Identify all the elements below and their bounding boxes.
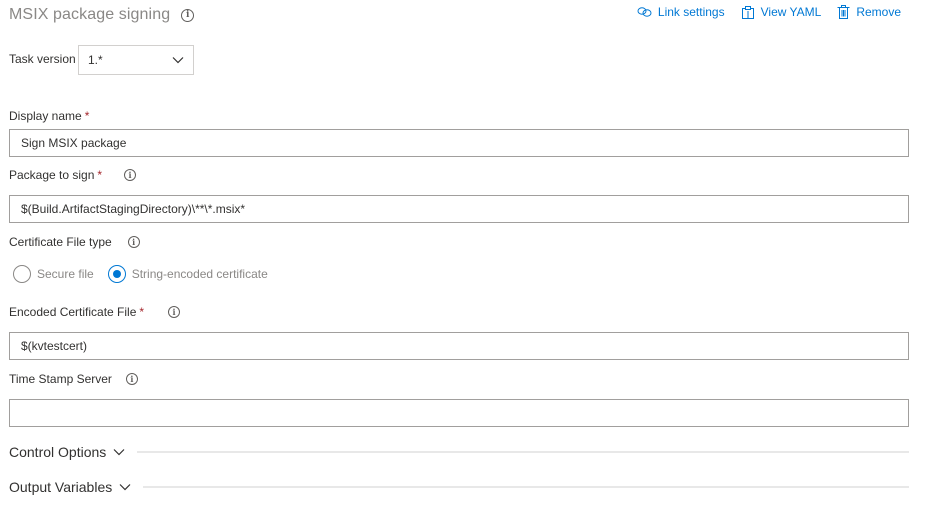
- section-divider: [143, 486, 909, 488]
- encoded-certificate-file-label: Encoded Certificate File * i: [9, 305, 181, 319]
- output-variables-section[interactable]: Output Variables: [9, 479, 909, 495]
- section-divider: [137, 451, 909, 453]
- package-to-sign-label-text: Package to sign: [9, 168, 95, 182]
- certificate-file-type-radio-group: Secure file String-encoded certificate: [13, 265, 282, 283]
- link-settings-label: Link settings: [657, 5, 725, 19]
- control-options-section[interactable]: Control Options: [9, 444, 909, 460]
- package-to-sign-value: $(Build.ArtifactStagingDirectory)\**\*.m…: [21, 202, 246, 216]
- required-marker: *: [97, 168, 103, 182]
- chevron-down-icon: [113, 448, 125, 456]
- certificate-file-type-label: Certificate File type i: [9, 235, 140, 249]
- required-marker: *: [84, 109, 90, 123]
- encoded-certificate-file-value: $(kvtestcert): [21, 339, 88, 353]
- remove-button[interactable]: Remove: [837, 5, 901, 19]
- radio-label: Secure file: [37, 267, 94, 281]
- header-actions: Link settings View YAML Remove: [637, 5, 901, 19]
- task-version-select[interactable]: 1.*: [78, 45, 194, 75]
- info-icon[interactable]: i: [127, 236, 140, 248]
- time-stamp-server-input[interactable]: [9, 399, 909, 427]
- time-stamp-server-label-text: Time Stamp Server: [9, 372, 112, 386]
- task-version-label-text: Task version: [9, 52, 76, 66]
- package-to-sign-label: Package to sign * i: [9, 168, 137, 182]
- display-name-input[interactable]: Sign MSIX package: [9, 129, 909, 157]
- trash-icon: [837, 5, 850, 19]
- info-icon[interactable]: i: [125, 373, 138, 385]
- radio-circle-checked: [107, 265, 126, 283]
- clipboard-icon: [741, 5, 755, 19]
- info-icon[interactable]: i: [168, 306, 181, 318]
- view-yaml-label: View YAML: [760, 5, 822, 19]
- package-to-sign-input[interactable]: $(Build.ArtifactStagingDirectory)\**\*.m…: [9, 195, 909, 223]
- radio-secure-file[interactable]: Secure file: [13, 265, 94, 283]
- required-marker: *: [139, 305, 145, 319]
- task-title-text: MSIX package signing: [9, 6, 171, 23]
- radio-circle-unchecked: [13, 265, 31, 283]
- task-version-value: 1.*: [88, 53, 103, 67]
- certificate-file-type-label-text: Certificate File type: [9, 235, 112, 249]
- link-settings-button[interactable]: Link settings: [637, 5, 725, 19]
- chevron-down-icon: [119, 483, 131, 491]
- chevron-down-icon: [172, 53, 184, 67]
- time-stamp-server-label: Time Stamp Server i: [9, 372, 138, 386]
- encoded-certificate-file-label-text: Encoded Certificate File: [9, 305, 137, 319]
- display-name-label-text: Display name: [9, 109, 82, 123]
- radio-label: String-encoded certificate: [131, 267, 268, 281]
- radio-string-encoded-certificate[interactable]: String-encoded certificate: [107, 265, 268, 283]
- task-version-label: Task version: [9, 52, 76, 66]
- link-icon: [637, 6, 652, 18]
- task-title: MSIX package signing i: [9, 6, 195, 24]
- display-name-label: Display name *: [9, 109, 89, 123]
- display-name-value: Sign MSIX package: [21, 136, 127, 150]
- info-icon[interactable]: i: [181, 8, 195, 22]
- remove-label: Remove: [856, 5, 901, 19]
- output-variables-label: Output Variables: [9, 479, 113, 495]
- info-icon[interactable]: i: [124, 169, 137, 181]
- view-yaml-button[interactable]: View YAML: [741, 5, 822, 19]
- control-options-label: Control Options: [9, 444, 107, 460]
- encoded-certificate-file-input[interactable]: $(kvtestcert): [9, 332, 909, 360]
